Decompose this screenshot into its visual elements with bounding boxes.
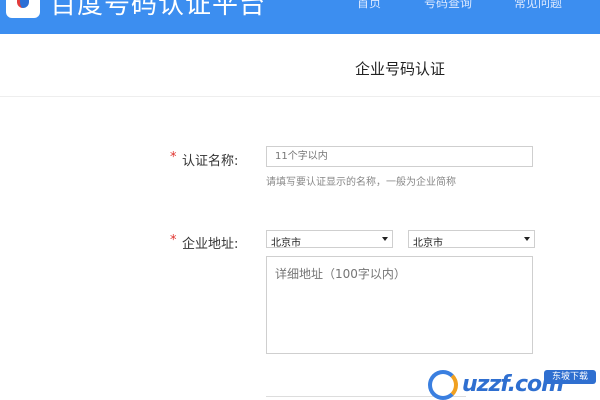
province-select[interactable]: 北京市 <box>266 230 393 249</box>
chevron-down-icon <box>524 237 530 241</box>
city-select[interactable]: 北京市 <box>408 230 535 249</box>
logo[interactable] <box>6 0 40 18</box>
nav-faq[interactable]: 常见问题 <box>514 0 562 10</box>
required-star: * <box>170 233 177 248</box>
chevron-down-icon <box>382 237 388 241</box>
address-label: 企业地址: <box>182 237 239 252</box>
province-value: 北京市 <box>271 238 301 249</box>
page-title: 企业号码认证 <box>355 60 446 78</box>
name-hint: 请填写要认证显示的名称，一般为企业简称 <box>266 177 456 188</box>
logo-mark-icon <box>17 0 29 8</box>
name-label: 认证名称: <box>182 154 239 169</box>
title-divider <box>0 96 600 97</box>
required-star: * <box>170 150 177 165</box>
city-value: 北京市 <box>413 238 443 249</box>
nav-home[interactable]: 首页 <box>357 0 381 10</box>
brand-title[interactable]: 百度号码认证平台 <box>50 0 266 20</box>
top-header: 百度号码认证平台 首页 号码查询 常见问题 <box>0 0 600 34</box>
swirl-logo-icon <box>428 370 458 400</box>
name-input[interactable] <box>266 146 533 167</box>
watermark-badge: 东坡下载 <box>544 370 596 384</box>
nav-number-query[interactable]: 号码查询 <box>424 0 472 10</box>
watermark: uzzf.com 东坡下载 <box>420 368 600 400</box>
address-detail-input[interactable] <box>266 256 533 354</box>
